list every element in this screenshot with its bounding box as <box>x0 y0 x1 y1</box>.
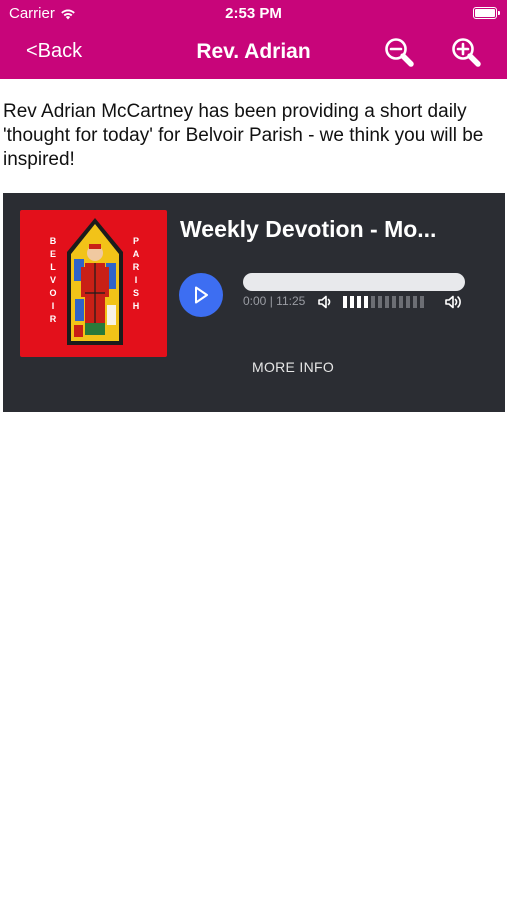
volume-slider[interactable] <box>343 296 424 308</box>
volume-level-segment <box>392 296 396 308</box>
more-info-button[interactable]: MORE INFO <box>252 359 334 375</box>
podcast-artwork: BELVOIR PARISH <box>20 210 167 357</box>
artwork-right-text: PARISH <box>132 236 140 311</box>
artwork-left-text: BELVOIR <box>49 236 57 324</box>
volume-low-icon[interactable] <box>317 294 333 310</box>
volume-level-segment <box>385 296 389 308</box>
status-bar: Carrier 2:53 PM <box>0 0 507 28</box>
duration: 11:25 <box>276 294 306 308</box>
zoom-in-icon[interactable] <box>449 36 483 70</box>
back-button[interactable]: <Back <box>26 40 82 63</box>
battery-icon <box>473 7 500 19</box>
audio-player: BELVOIR PARISH Weekly Devotion - Mo... 0… <box>3 193 505 412</box>
volume-level-segment <box>350 296 354 308</box>
episode-title[interactable]: Weekly Devotion - Mo... <box>180 216 436 243</box>
volume-level-segment <box>406 296 410 308</box>
play-icon <box>195 286 208 304</box>
volume-high-icon[interactable] <box>444 294 464 310</box>
volume-level-segment <box>364 296 368 308</box>
volume-level-segment <box>420 296 424 308</box>
page-description: Rev Adrian McCartney has been providing … <box>3 101 484 170</box>
volume-level-segment <box>371 296 375 308</box>
volume-level-segment <box>413 296 417 308</box>
volume-level-segment <box>399 296 403 308</box>
current-time: 0:00 <box>243 294 267 308</box>
volume-level-segment <box>357 296 361 308</box>
play-button[interactable] <box>179 273 223 317</box>
zoom-out-icon[interactable] <box>382 36 416 70</box>
clock: 2:53 PM <box>225 5 282 22</box>
time-display: 0:00 | 11:25 <box>243 294 305 308</box>
progress-bar[interactable] <box>243 273 465 291</box>
navigation-bar: <Back Rev. Adrian <box>0 28 507 79</box>
stained-glass-window-icon <box>67 218 123 345</box>
volume-level-segment <box>378 296 382 308</box>
volume-level-segment <box>343 296 347 308</box>
